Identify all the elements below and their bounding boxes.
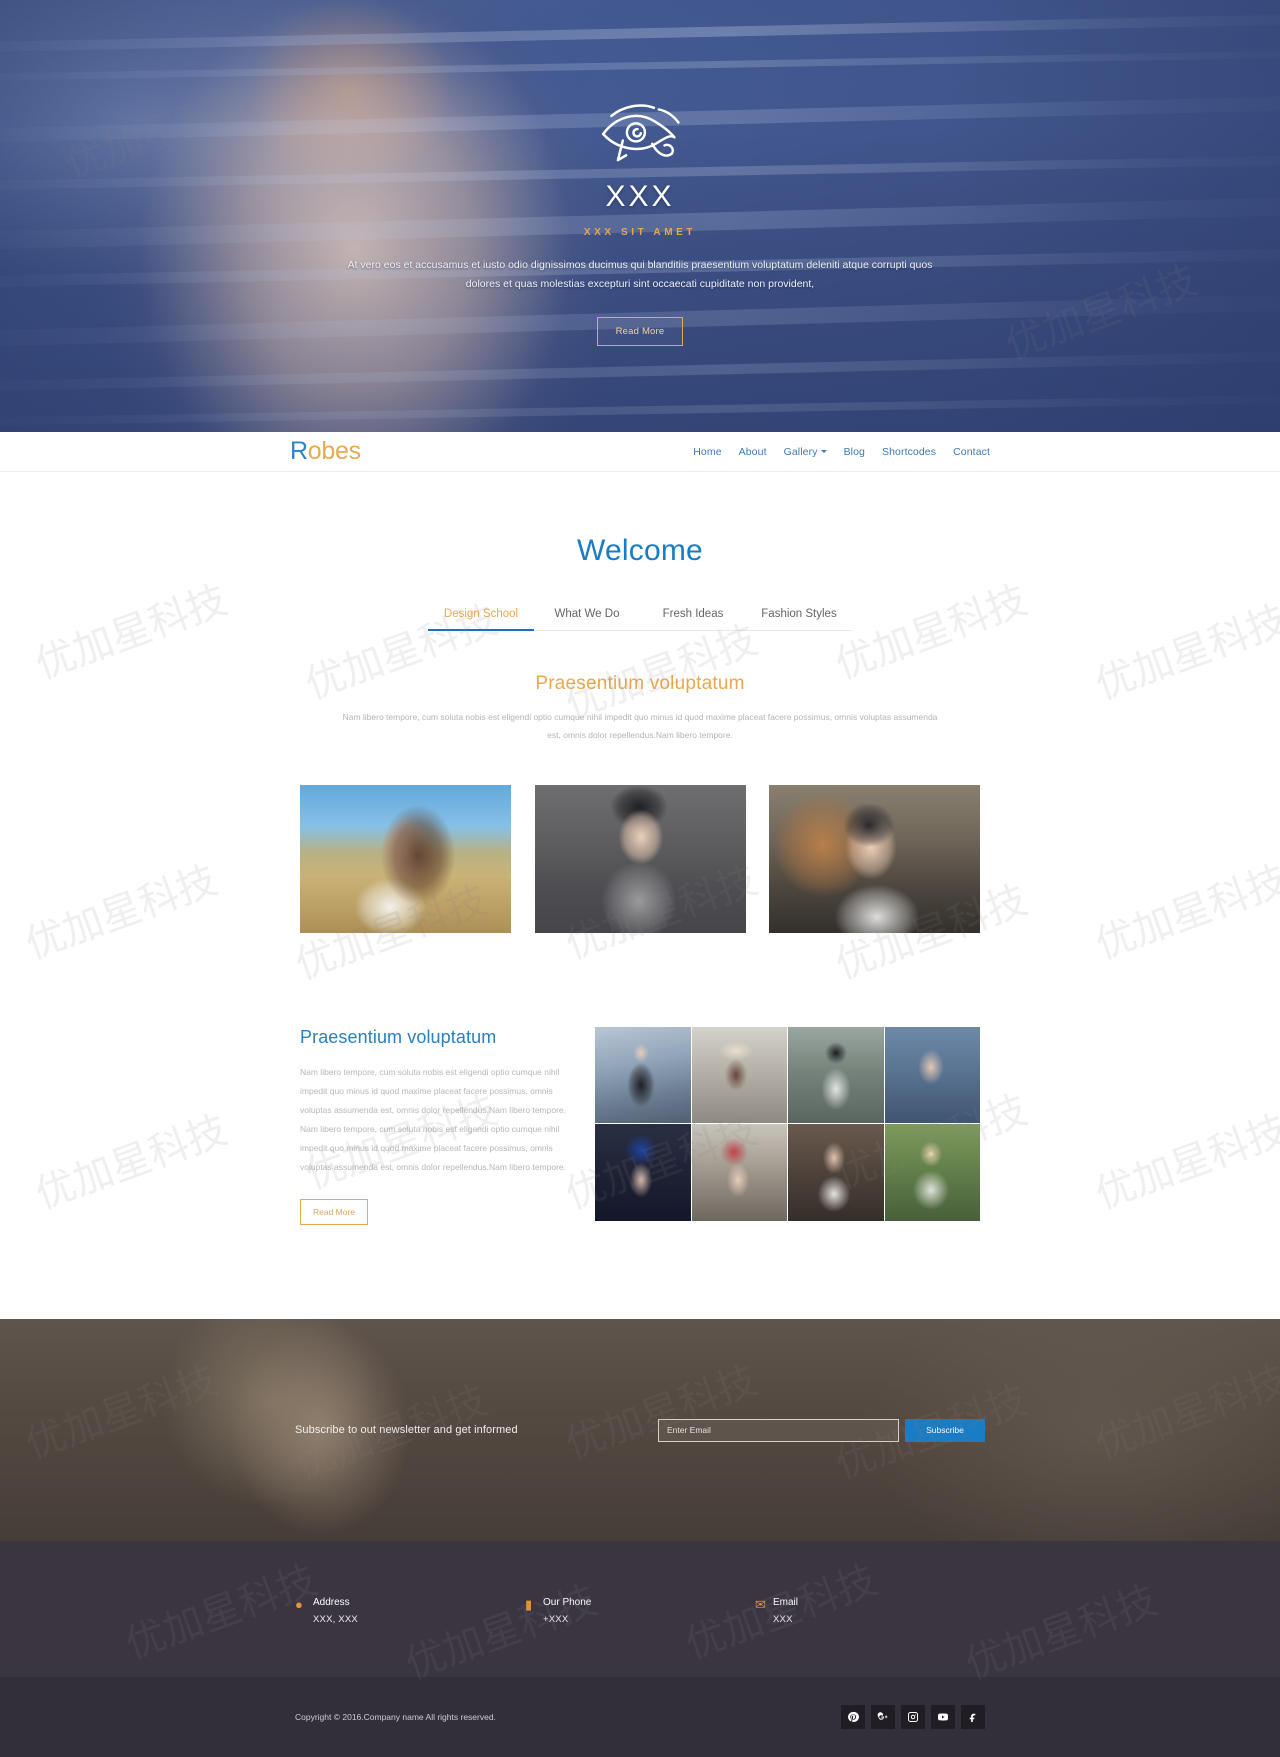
nav-item-about[interactable]: About: [739, 446, 767, 458]
email-input[interactable]: [658, 1418, 899, 1442]
contact-phone: ▮ Our Phone +XXX: [525, 1597, 755, 1625]
nav-item-home[interactable]: Home: [693, 446, 721, 458]
location-pin-icon: ●: [295, 1597, 303, 1613]
site-logo[interactable]: Robes: [290, 437, 361, 466]
nav-item-gallery[interactable]: Gallery: [784, 446, 827, 458]
feature-read-more-button[interactable]: Read More: [300, 1199, 369, 1226]
contact-address-label: Address: [313, 1597, 350, 1609]
footer-contact-section: ● Address XXX, XXX ▮ Our Phone +XXX ✉ Em…: [0, 1541, 1280, 1678]
hero-banner: XXX XXX SIT AMET At vero eos et accusamu…: [0, 0, 1280, 432]
photo-grid: [595, 1026, 980, 1221]
contact-email: ✉ Email XXX: [755, 1597, 798, 1625]
photo-grid-item-3[interactable]: [788, 1026, 884, 1124]
page-title: Welcome: [577, 534, 703, 567]
contact-address: ● Address XXX, XXX: [295, 1597, 525, 1625]
hero-tagline: XXX SIT AMET: [583, 227, 697, 238]
navbar: Robes Home About Gallery Blog Shortcodes…: [0, 432, 1280, 472]
photo-grid-item-6[interactable]: [691, 1124, 787, 1221]
page-root: XXX XXX SIT AMET At vero eos et accusamu…: [0, 0, 1280, 1757]
envelope-icon: ✉: [755, 1597, 766, 1613]
feature-section: Praesentium voluptatum Nam libero tempor…: [300, 1026, 980, 1226]
welcome-section: Welcome Design School What We Do Fresh I…: [0, 472, 1280, 1226]
newsletter-section: Subscribe to out newsletter and get info…: [0, 1319, 1280, 1542]
photo-grid-item-4[interactable]: [884, 1026, 980, 1124]
logo-first-letter: R: [290, 437, 308, 465]
welcome-description: Nam libero tempore, cum soluta nobis est…: [342, 712, 938, 740]
tab-fashion-styles[interactable]: Fashion Styles: [746, 608, 852, 630]
welcome-subtitle: Praesentium voluptatum: [535, 673, 745, 694]
youtube-icon[interactable]: [931, 1705, 955, 1730]
logo-rest: obes: [307, 437, 361, 465]
mobile-phone-icon: ▮: [525, 1597, 533, 1613]
eye-of-horus-icon: [601, 104, 680, 162]
copyright-text: Copyright © 2016.Company name All rights…: [295, 1712, 496, 1723]
nav-item-contact[interactable]: Contact: [953, 446, 990, 458]
facebook-icon[interactable]: [961, 1705, 985, 1730]
contact-phone-value: +XXX: [543, 1614, 569, 1626]
gallery-card-1[interactable]: [300, 784, 511, 933]
gallery-card-2[interactable]: [534, 784, 746, 933]
pinterest-icon[interactable]: [841, 1705, 865, 1730]
photo-grid-item-5[interactable]: [595, 1124, 691, 1221]
photo-grid-item-7[interactable]: [788, 1124, 884, 1221]
photo-grid-item-2[interactable]: [691, 1026, 787, 1124]
nav-item-gallery-label: Gallery: [783, 445, 818, 458]
feature-body-text: Nam libero tempore, cum soluta nobis est…: [300, 1066, 566, 1173]
social-links: [841, 1705, 985, 1730]
tab-what-we-do[interactable]: What We Do: [534, 608, 640, 630]
newsletter-label: Subscribe to out newsletter and get info…: [295, 1424, 518, 1437]
instagram-icon[interactable]: [901, 1705, 925, 1730]
feature-card-row: [300, 784, 980, 933]
contact-email-label: Email: [773, 1597, 799, 1609]
gallery-card-3[interactable]: [769, 784, 980, 933]
contact-phone-label: Our Phone: [543, 1597, 592, 1609]
google-plus-icon[interactable]: [871, 1705, 895, 1730]
newsletter-form: Subscribe: [658, 1418, 985, 1442]
contact-address-value: XXX, XXX: [313, 1614, 358, 1626]
hero-description: At vero eos et accusamus et iusto odio d…: [347, 259, 933, 291]
tab-fresh-ideas[interactable]: Fresh Ideas: [640, 608, 746, 630]
photo-grid-item-1[interactable]: [595, 1026, 691, 1124]
contact-email-value: XXX: [773, 1614, 793, 1626]
photo-grid-item-8[interactable]: [884, 1124, 980, 1221]
nav-item-shortcodes[interactable]: Shortcodes: [882, 446, 936, 458]
tab-design-school[interactable]: Design School: [428, 608, 534, 631]
chevron-down-icon: [820, 450, 827, 454]
hero-read-more-button[interactable]: Read More: [596, 316, 684, 346]
subscribe-button[interactable]: Subscribe: [905, 1418, 985, 1442]
feature-heading: Praesentium voluptatum: [300, 1026, 497, 1047]
nav-item-blog[interactable]: Blog: [844, 446, 865, 458]
hero-brand-title: XXX: [605, 180, 675, 213]
tab-bar: Design School What We Do Fresh Ideas Fas…: [428, 608, 852, 631]
nav-links: Home About Gallery Blog Shortcodes Conta…: [693, 446, 990, 458]
footer-bottom-bar: Copyright © 2016.Company name All rights…: [0, 1677, 1280, 1757]
